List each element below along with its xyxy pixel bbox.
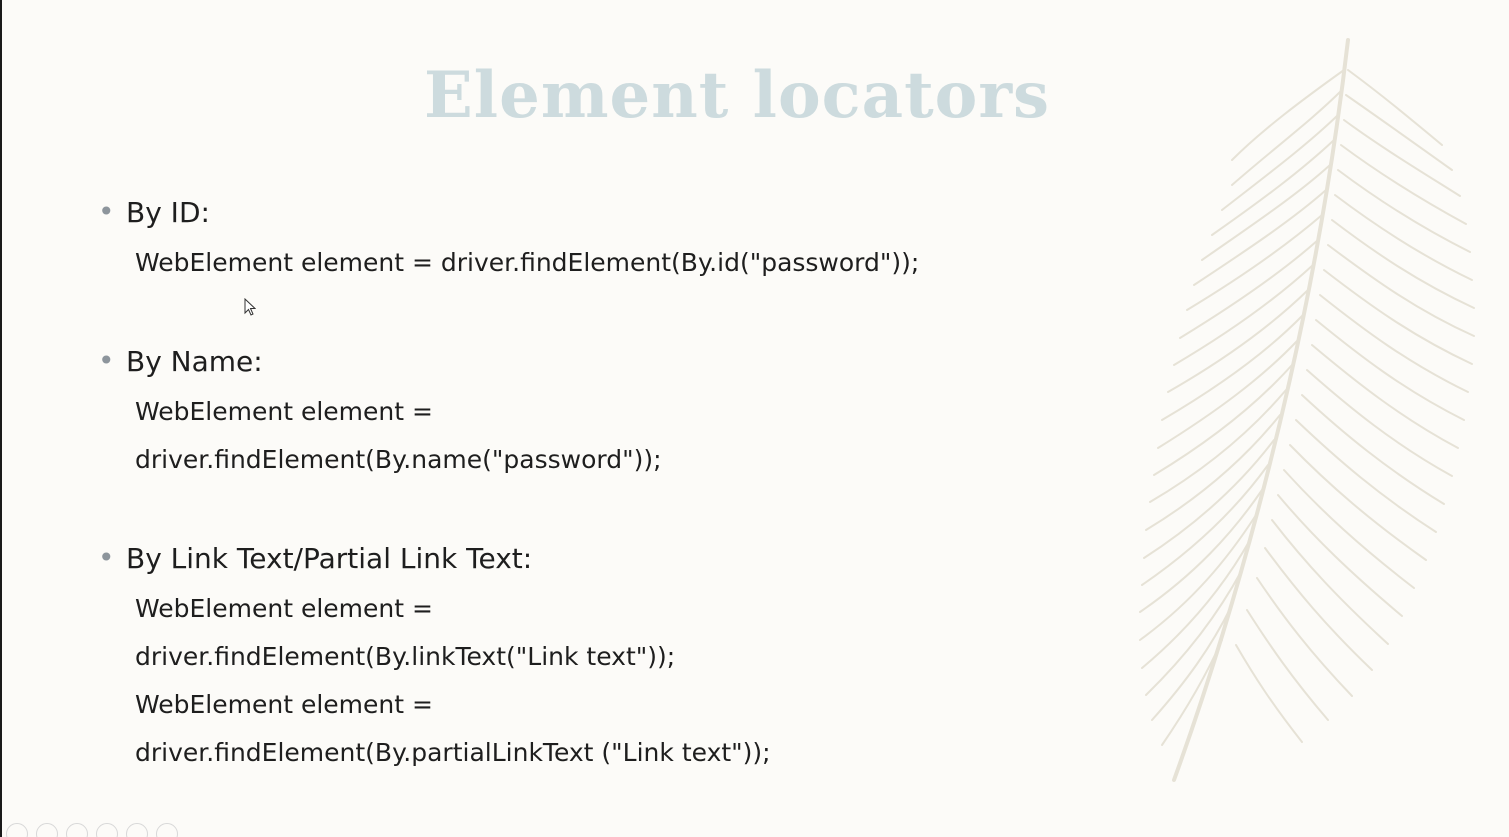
code-line: WebElement element = driver.findElement(… <box>135 248 920 277</box>
code-line: WebElement element = <box>135 690 433 719</box>
presentation-slide: Element locators • By ID: WebElement ele… <box>2 0 1509 837</box>
slides-grid-icon[interactable] <box>96 823 118 837</box>
code-line: WebElement element = <box>135 397 433 426</box>
code-line: driver.findElement(By.name("password")); <box>135 445 662 474</box>
mouse-cursor-icon <box>244 298 256 316</box>
code-line: driver.findElement(By.partialLinkText ("… <box>135 738 771 767</box>
section-heading-by-name: By Name: <box>126 345 263 378</box>
feather-icon <box>1139 38 1475 782</box>
bullet-marker: • <box>98 541 115 574</box>
next-icon[interactable] <box>36 823 58 837</box>
slideshow-controls <box>6 823 178 837</box>
code-line: driver.findElement(By.linkText("Link tex… <box>135 642 676 671</box>
section-heading-by-id: By ID: <box>126 196 210 229</box>
bullet-marker: • <box>98 344 115 377</box>
pen-icon[interactable] <box>66 823 88 837</box>
more-icon[interactable] <box>156 823 178 837</box>
zoom-icon[interactable] <box>126 823 148 837</box>
code-line: WebElement element = <box>135 594 433 623</box>
slide-title: Element locators <box>424 58 1051 133</box>
bullet-marker: • <box>98 195 115 228</box>
previous-icon[interactable] <box>6 823 28 837</box>
section-heading-by-link-text: By Link Text/Partial Link Text: <box>126 542 533 575</box>
